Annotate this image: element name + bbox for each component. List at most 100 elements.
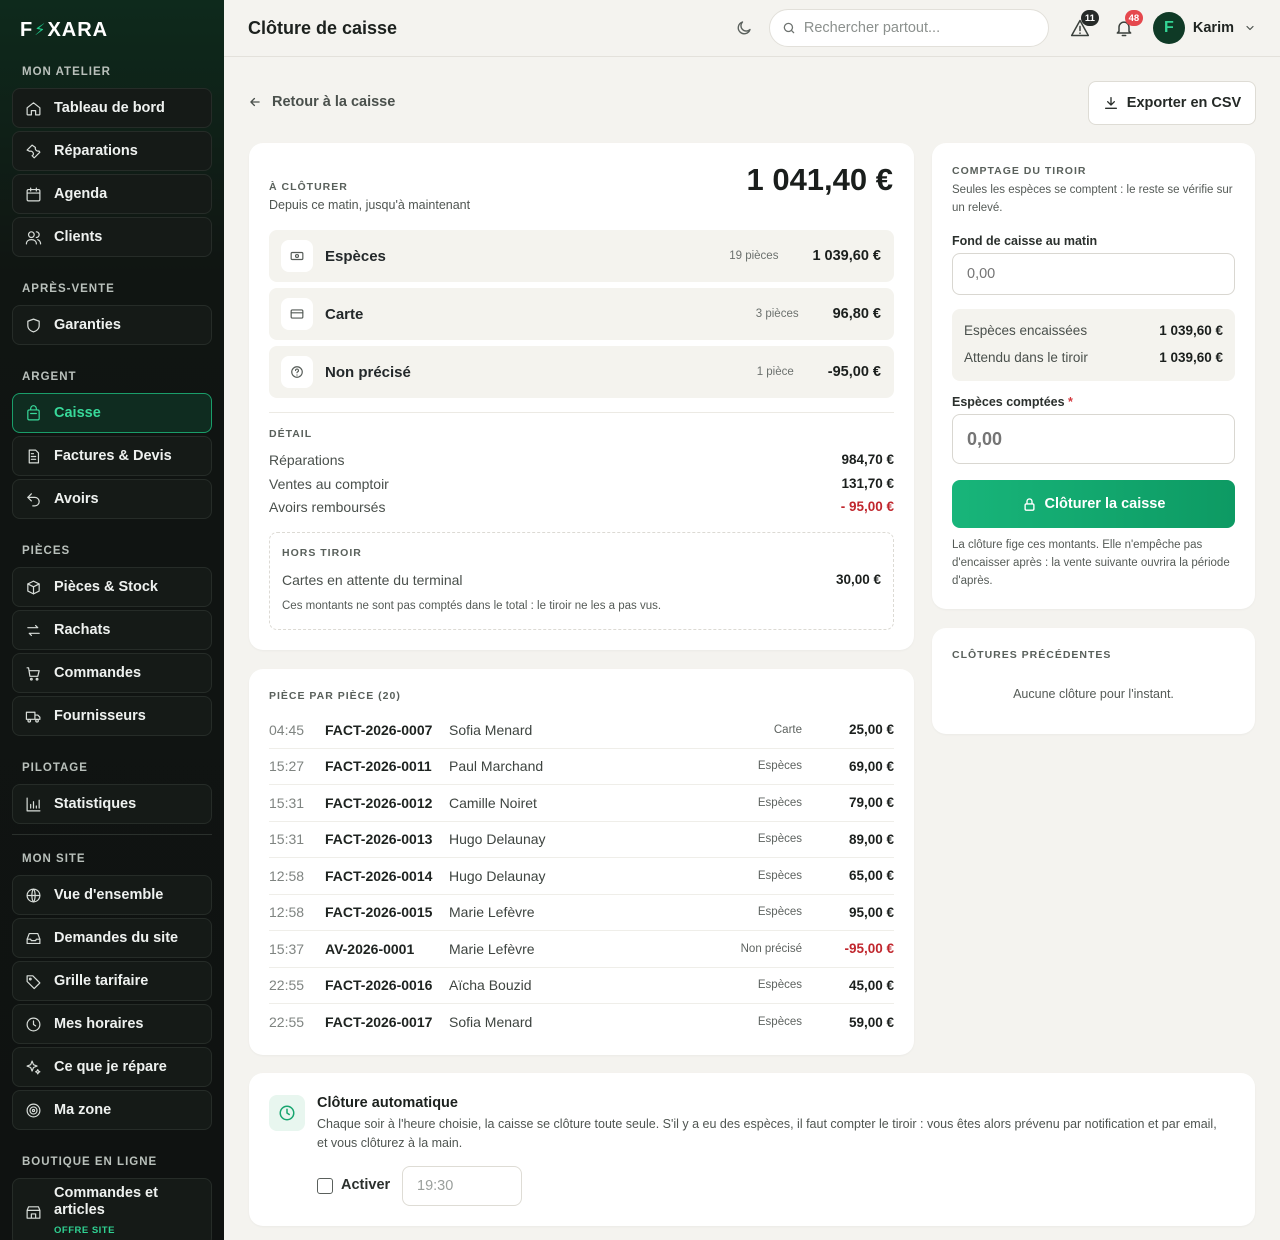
row-method: Espèces [757,796,802,809]
sidebar-item-label: Statistiques [54,796,137,812]
notifications-badge: 48 [1124,10,1143,26]
logo[interactable]: F ⚡ XARA [12,0,212,60]
table-row[interactable]: 12:58 FACT-2026-0015 Marie Lefèvre Espèces 9… [269,895,894,931]
off-drawer-label: HORS TIROIR [282,547,362,559]
off-drawer-note: Ces montants ne sont pas comptés dans le… [282,600,662,612]
row-method: Espèces [757,1016,802,1029]
table-row[interactable]: 15:31 FACT-2026-0013 Hugo Delaunay Espèces 8… [269,822,894,858]
enable-label[interactable]: Activer [341,1177,390,1193]
sidebar-item-stats[interactable]: Statistiques [12,784,212,824]
row-reference: FACT-2026-0013 [325,831,433,848]
sidebar-item-stock[interactable]: Pièces & Stock [12,567,212,607]
close-register-button[interactable]: Clôturer la caisse [952,480,1235,528]
table-row[interactable]: 12:58 FACT-2026-0014 Hugo Delaunay Espèces 6… [269,858,894,895]
detail-line-label: Réparations [269,452,345,468]
sidebar-item-suppliers[interactable]: Fournisseurs [12,696,212,736]
row-client: Sofia Menard [449,721,533,738]
sidebar-item-agenda[interactable]: Agenda [12,174,212,214]
drawer-card: COMPTAGE DU TIROIR Seules les espèces se… [932,143,1255,609]
avatar[interactable]: F [1152,12,1185,44]
cart-icon [26,666,40,681]
detail-line: Ventes au comptoir 131,70 € [269,476,894,492]
search-input[interactable] [803,20,1024,36]
store-icon [26,1205,41,1219]
sidebar-item-label: Avoirs [54,491,99,507]
sidebar-item-zone[interactable]: Ma zone [12,1090,212,1130]
sidebar-item-site-requests[interactable]: Demandes du site [12,918,212,958]
sidebar-item-cashier[interactable]: Caisse [12,393,212,433]
calendar-icon [26,187,41,201]
nav-section-atelier: MON ATELIER [22,66,111,78]
row-client: Sofia Menard [449,1014,533,1031]
row-reference: FACT-2026-0016 [325,977,433,994]
row-amount: 89,00 € [848,831,894,847]
sidebar-item-hours[interactable]: Mes horaires [12,1004,212,1044]
sidebar-item-invoices[interactable]: Factures & Devis [12,436,212,476]
register-icon [27,404,40,420]
nav-section-site: MON SITE [22,853,86,865]
previous-empty: Aucune clôture pour l'instant. [1013,687,1174,701]
search-bar[interactable] [768,9,1049,47]
inbox-icon [26,932,41,944]
counted-input[interactable] [952,414,1235,464]
detail-line-label: Ventes au comptoir [269,476,389,492]
user-name[interactable]: Karim [1193,20,1234,36]
row-reference: AV-2026-0001 [325,940,415,957]
sidebar-item-label: Tableau de bord [54,100,165,116]
drawer-hint: Seules les espèces se comptent : le rest… [952,184,1233,214]
nav-section-pieces: PIÈCES [22,545,71,557]
logo-text-right: XARA [47,18,109,41]
row-amount: 79,00 € [848,795,894,811]
shield-icon [27,318,40,332]
row-amount: 95,00 € [848,904,894,920]
sidebar-item-credits[interactable]: Avoirs [12,479,212,519]
offer-badge: OFFRE SITE [54,1225,115,1236]
float-input[interactable] [952,253,1235,295]
cash-in-label: Espèces encaissées [964,323,1088,338]
sidebar-item-warranties[interactable]: Garanties [12,305,212,345]
chevron-down-icon[interactable] [1244,22,1256,34]
row-client: Aïcha Bouzid [449,977,532,994]
lock-icon [1023,497,1035,511]
table-row[interactable]: 22:55 FACT-2026-0017 Sofia Menard Espèces 59… [269,1004,894,1041]
sidebar-item-label: Commandes et articles [54,1185,158,1218]
moon-icon[interactable] [735,19,753,37]
sidebar-item-what-i-repair[interactable]: Ce que je répare [12,1047,212,1087]
bar-chart-icon [26,797,41,811]
table-row[interactable]: 22:55 FACT-2026-0016 Aïcha Bouzid Espèces 45… [269,968,894,1004]
row-client: Marie Lefèvre [449,940,535,957]
back-link[interactable]: Retour à la caisse [248,94,395,110]
sidebar-item-repairs[interactable]: Réparations [12,131,212,171]
sidebar-item-label: Ma zone [54,1102,112,1118]
auto-close-title: Clôture automatique [317,1095,458,1111]
sidebar-item-buybacks[interactable]: Rachats [12,610,212,650]
enable-checkbox[interactable] [317,1178,333,1194]
table-row[interactable]: 15:31 FACT-2026-0012 Camille Noiret Espèces… [269,785,894,822]
row-reference: FACT-2026-0012 [325,794,433,811]
sidebar-item-label: Réparations [54,143,138,159]
sidebar-item-label: Vue d'ensemble [54,887,164,903]
sidebar-item-orders[interactable]: Commandes [12,653,212,693]
row-time: 12:58 [269,867,305,884]
table-row[interactable]: 15:37 AV-2026-0001 Marie Lefèvre Non précis… [269,931,894,968]
alerts-button[interactable]: 11 [1065,10,1099,43]
export-csv-button[interactable]: Exporter en CSV [1088,81,1256,125]
sidebar-item-label: Ce que je répare [54,1059,167,1075]
table-row[interactable]: 04:45 FACT-2026-0007 Sofia Menard Carte 25,0… [269,712,894,749]
notifications-button[interactable]: 48 [1109,10,1143,43]
sidebar-item-dashboard[interactable]: Tableau de bord [12,88,212,128]
row-method: Espèces [757,869,802,882]
sidebar-item-shop-orders[interactable]: Commandes et articles OFFRE SITE [12,1178,212,1240]
sidebar-item-pricing[interactable]: Grille tarifaire [12,961,212,1001]
sidebar-item-overview[interactable]: Vue d'ensemble [12,875,212,915]
undo-icon [27,492,40,506]
previous-label: CLÔTURES PRÉCÉDENTES [952,649,1112,661]
search-icon [783,22,795,34]
table-row[interactable]: 15:27 FACT-2026-0011 Paul Marchand Espèces 6… [269,749,894,785]
expected-box: Espèces encaissées 1 039,60 € Attendu da… [952,309,1235,381]
row-method: Non précisé [740,942,802,955]
sidebar-item-label: Demandes du site [54,930,179,946]
summary-card: À CLÔTURER Depuis ce matin, jusqu'à main… [249,143,914,650]
sidebar-item-clients[interactable]: Clients [12,217,212,257]
auto-close-time-input[interactable]: 19:30 [402,1166,522,1206]
